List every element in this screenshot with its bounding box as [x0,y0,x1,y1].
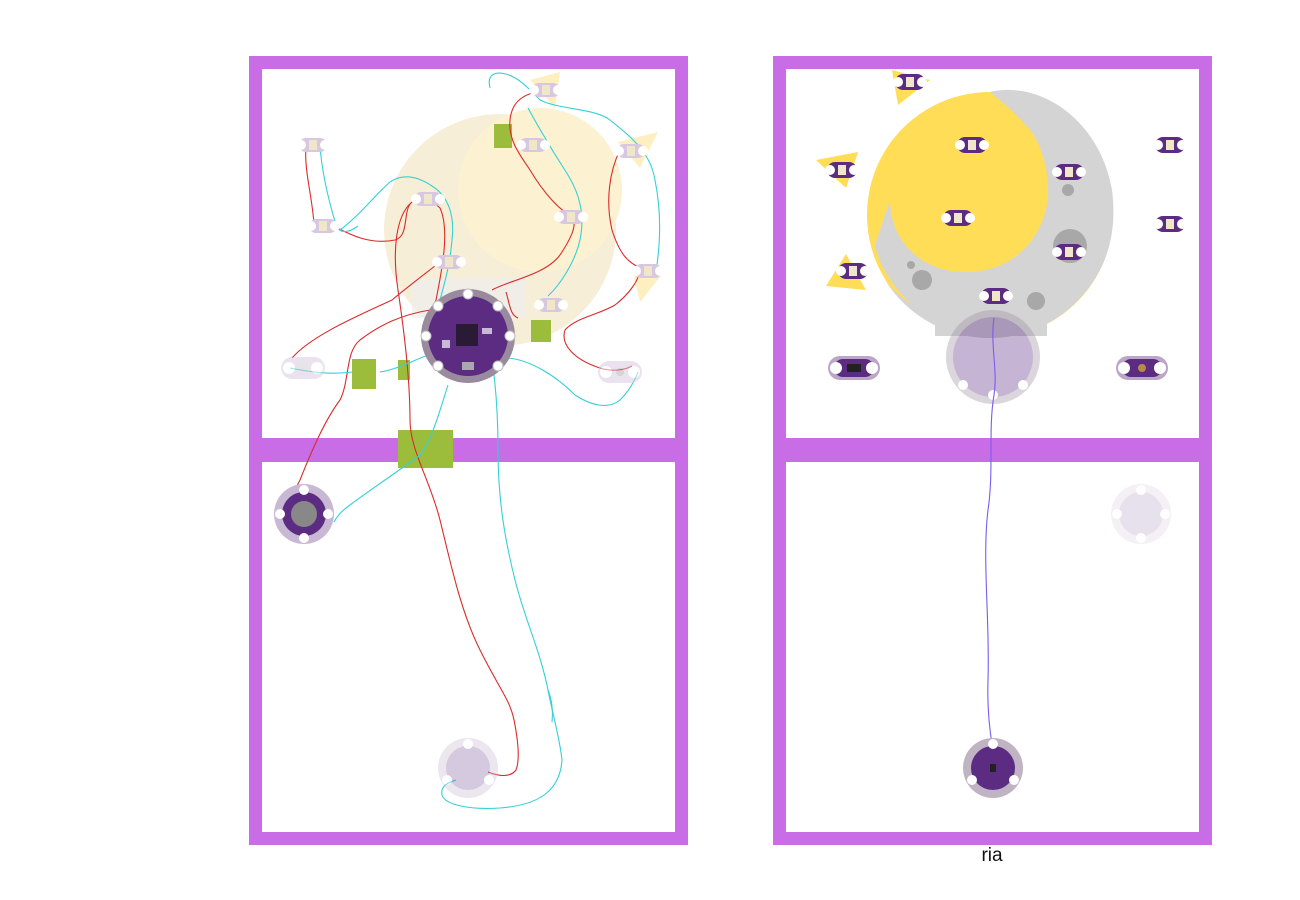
lilypad-led [411,192,445,206]
lilypad-switch [828,356,880,380]
fabric-patch [494,124,512,148]
lilypad-led [631,264,665,278]
lilypad-main-board [420,288,516,383]
fabric-patch [398,430,453,468]
lilypad-light-sensor [963,738,1023,798]
diagram-canvas [249,56,1212,845]
moon-crater [1027,292,1045,310]
diagram-caption: ria [981,845,1003,866]
lilypad-led [1153,216,1187,232]
lilypad-led [516,138,550,152]
fabric-patch [531,320,551,342]
lilypad-led [941,210,975,226]
lilypad-switch [281,357,325,379]
moon-crater [907,261,915,269]
moon-crater [912,270,932,290]
lilypad-led [529,83,563,97]
lilypad-led [979,288,1013,304]
lilypad-button [598,361,642,383]
lilypad-led [1052,164,1086,180]
lilypad-led [825,162,859,178]
lilypad-led [432,255,466,269]
lilypad-led [296,138,330,152]
lilypad-led [836,263,870,279]
lilypad-buzzer [1111,484,1171,544]
lilypad-buzzer [274,484,334,544]
lilypad-led [1153,137,1187,153]
lilypad-led [534,298,568,312]
lilypad-button [1116,356,1168,380]
lilypad-led [554,210,588,224]
fabric-patch [352,359,376,389]
lilypad-led [1052,244,1086,260]
lilypad-led [614,144,648,158]
moon-crater [1062,184,1074,196]
lilypad-light-sensor [438,738,498,798]
lilypad-led [893,74,927,90]
lilypad-led [306,219,340,233]
lilypad-led [955,137,989,153]
